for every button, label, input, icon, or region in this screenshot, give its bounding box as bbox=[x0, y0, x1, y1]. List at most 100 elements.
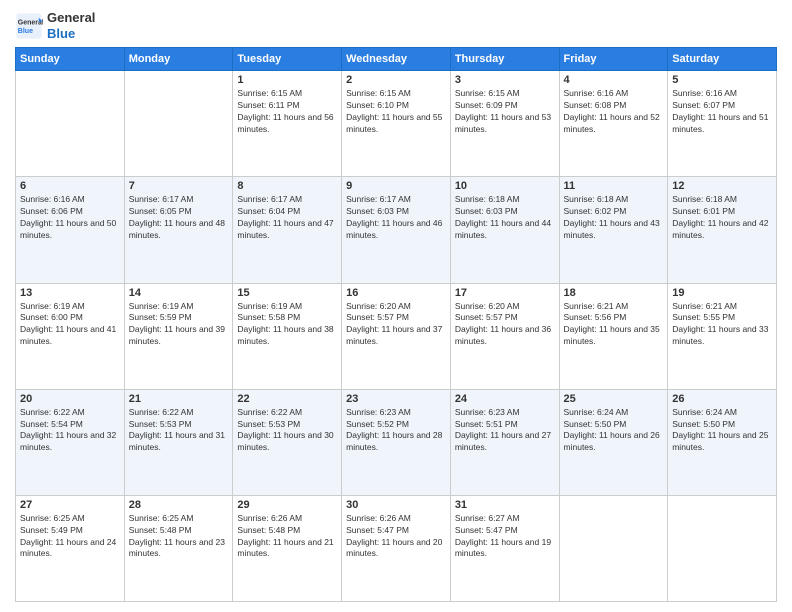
calendar-cell: 28Sunrise: 6:25 AMSunset: 5:48 PMDayligh… bbox=[124, 495, 233, 601]
day-number: 25 bbox=[564, 393, 664, 405]
day-info: Sunrise: 6:22 AMSunset: 5:53 PMDaylight:… bbox=[237, 407, 337, 455]
day-number: 18 bbox=[564, 287, 664, 299]
day-number: 8 bbox=[237, 180, 337, 192]
day-number: 6 bbox=[20, 180, 120, 192]
day-info: Sunrise: 6:16 AMSunset: 6:06 PMDaylight:… bbox=[20, 194, 120, 242]
calendar-cell: 8 Sunrise: 6:17 AMSunset: 6:04 PMDaylight… bbox=[233, 177, 342, 283]
col-header-friday: Friday bbox=[559, 48, 668, 71]
calendar-table: SundayMondayTuesdayWednesdayThursdayFrid… bbox=[15, 47, 777, 602]
day-info: Sunrise: 6:18 AMSunset: 6:02 PMDaylight:… bbox=[564, 194, 664, 242]
col-header-tuesday: Tuesday bbox=[233, 48, 342, 71]
day-number: 7 bbox=[129, 180, 229, 192]
day-number: 21 bbox=[129, 393, 229, 405]
day-info: Sunrise: 6:20 AMSunset: 5:57 PMDaylight:… bbox=[455, 301, 555, 349]
day-number: 9 bbox=[346, 180, 446, 192]
col-header-wednesday: Wednesday bbox=[342, 48, 451, 71]
calendar-cell: 6 Sunrise: 6:16 AMSunset: 6:06 PMDaylight… bbox=[16, 177, 125, 283]
day-number: 1 bbox=[237, 74, 337, 86]
day-info: Sunrise: 6:17 AMSunset: 6:04 PMDaylight:… bbox=[237, 194, 337, 242]
calendar-cell bbox=[559, 495, 668, 601]
header: General Blue General Blue bbox=[15, 10, 777, 41]
calendar-week-5: 27 Sunrise: 6:25 AMSunset: 5:49 PMDayligh… bbox=[16, 495, 777, 601]
day-info: Sunrise: 6:18 AMSunset: 6:01 PMDaylight:… bbox=[672, 194, 772, 242]
day-info: Sunrise: 6:21 AMSunset: 5:56 PMDaylight:… bbox=[564, 301, 664, 349]
day-number: 27 bbox=[20, 499, 120, 511]
day-info: Sunrise: 6:15 AMSunset: 6:10 PMDaylight:… bbox=[346, 88, 446, 136]
day-number: 29 bbox=[237, 499, 337, 511]
logo-text: General Blue bbox=[47, 10, 95, 41]
day-info: Sunrise: 6:17 AMSunset: 6:03 PMDaylight:… bbox=[346, 194, 446, 242]
calendar-week-4: 20 Sunrise: 6:22 AMSunset: 5:54 PMDayligh… bbox=[16, 389, 777, 495]
day-number: 22 bbox=[237, 393, 337, 405]
calendar-cell: 14Sunrise: 6:19 AMSunset: 5:59 PMDayligh… bbox=[124, 283, 233, 389]
calendar-cell: 9 Sunrise: 6:17 AMSunset: 6:03 PMDaylight… bbox=[342, 177, 451, 283]
day-info: Sunrise: 6:22 AMSunset: 5:54 PMDaylight:… bbox=[20, 407, 120, 455]
logo: General Blue General Blue bbox=[15, 10, 95, 41]
calendar-cell bbox=[124, 71, 233, 177]
calendar-cell: 3Sunrise: 6:15 AMSunset: 6:09 PMDaylight… bbox=[450, 71, 559, 177]
calendar-cell bbox=[16, 71, 125, 177]
calendar-cell bbox=[668, 495, 777, 601]
day-number: 10 bbox=[455, 180, 555, 192]
calendar-cell: 29 Sunrise: 6:26 AMSunset: 5:48 PMDayligh… bbox=[233, 495, 342, 601]
col-header-saturday: Saturday bbox=[668, 48, 777, 71]
day-number: 26 bbox=[672, 393, 772, 405]
day-number: 12 bbox=[672, 180, 772, 192]
day-number: 2 bbox=[346, 74, 446, 86]
calendar-cell: 12 Sunrise: 6:18 AMSunset: 6:01 PMDayligh… bbox=[668, 177, 777, 283]
calendar-cell: 21 Sunrise: 6:22 AMSunset: 5:53 PMDayligh… bbox=[124, 389, 233, 495]
calendar-cell: 7Sunrise: 6:17 AMSunset: 6:05 PMDaylight… bbox=[124, 177, 233, 283]
calendar-cell: 1Sunrise: 6:15 AMSunset: 6:11 PMDaylight… bbox=[233, 71, 342, 177]
day-info: Sunrise: 6:22 AMSunset: 5:53 PMDaylight:… bbox=[129, 407, 229, 455]
logo-icon: General Blue bbox=[15, 12, 43, 40]
calendar-cell: 26Sunrise: 6:24 AMSunset: 5:50 PMDayligh… bbox=[668, 389, 777, 495]
calendar-cell: 18 Sunrise: 6:21 AMSunset: 5:56 PMDayligh… bbox=[559, 283, 668, 389]
day-number: 15 bbox=[237, 287, 337, 299]
calendar-cell: 2 Sunrise: 6:15 AMSunset: 6:10 PMDaylight… bbox=[342, 71, 451, 177]
day-number: 31 bbox=[455, 499, 555, 511]
svg-text:Blue: Blue bbox=[18, 28, 33, 35]
day-info: Sunrise: 6:16 AMSunset: 6:08 PMDaylight:… bbox=[564, 88, 664, 136]
day-info: Sunrise: 6:18 AMSunset: 6:03 PMDaylight:… bbox=[455, 194, 555, 242]
day-info: Sunrise: 6:27 AMSunset: 5:47 PMDaylight:… bbox=[455, 513, 555, 561]
calendar-cell: 11 Sunrise: 6:18 AMSunset: 6:02 PMDayligh… bbox=[559, 177, 668, 283]
day-number: 11 bbox=[564, 180, 664, 192]
calendar-cell: 23Sunrise: 6:23 AMSunset: 5:52 PMDayligh… bbox=[342, 389, 451, 495]
calendar-cell: 22 Sunrise: 6:22 AMSunset: 5:53 PMDayligh… bbox=[233, 389, 342, 495]
day-number: 19 bbox=[672, 287, 772, 299]
calendar-cell: 27 Sunrise: 6:25 AMSunset: 5:49 PMDayligh… bbox=[16, 495, 125, 601]
day-info: Sunrise: 6:15 AMSunset: 6:09 PMDaylight:… bbox=[455, 88, 555, 136]
calendar-week-2: 6 Sunrise: 6:16 AMSunset: 6:06 PMDaylight… bbox=[16, 177, 777, 283]
day-info: Sunrise: 6:19 AMSunset: 6:00 PMDaylight:… bbox=[20, 301, 120, 349]
col-header-sunday: Sunday bbox=[16, 48, 125, 71]
day-info: Sunrise: 6:26 AMSunset: 5:47 PMDaylight:… bbox=[346, 513, 446, 561]
page: General Blue General Blue SundayMondayTu… bbox=[0, 0, 792, 612]
calendar-cell: 31 Sunrise: 6:27 AMSunset: 5:47 PMDayligh… bbox=[450, 495, 559, 601]
day-info: Sunrise: 6:20 AMSunset: 5:57 PMDaylight:… bbox=[346, 301, 446, 349]
calendar-cell: 20 Sunrise: 6:22 AMSunset: 5:54 PMDayligh… bbox=[16, 389, 125, 495]
day-info: Sunrise: 6:16 AMSunset: 6:07 PMDaylight:… bbox=[672, 88, 772, 136]
day-number: 13 bbox=[20, 287, 120, 299]
day-number: 28 bbox=[129, 499, 229, 511]
day-number: 23 bbox=[346, 393, 446, 405]
day-number: 5 bbox=[672, 74, 772, 86]
day-info: Sunrise: 6:26 AMSunset: 5:48 PMDaylight:… bbox=[237, 513, 337, 561]
calendar-week-1: 1Sunrise: 6:15 AMSunset: 6:11 PMDaylight… bbox=[16, 71, 777, 177]
calendar-cell: 15 Sunrise: 6:19 AMSunset: 5:58 PMDayligh… bbox=[233, 283, 342, 389]
day-number: 14 bbox=[129, 287, 229, 299]
calendar-cell: 10 Sunrise: 6:18 AMSunset: 6:03 PMDayligh… bbox=[450, 177, 559, 283]
calendar-cell: 24Sunrise: 6:23 AMSunset: 5:51 PMDayligh… bbox=[450, 389, 559, 495]
day-number: 4 bbox=[564, 74, 664, 86]
col-header-thursday: Thursday bbox=[450, 48, 559, 71]
day-info: Sunrise: 6:24 AMSunset: 5:50 PMDaylight:… bbox=[564, 407, 664, 455]
day-info: Sunrise: 6:19 AMSunset: 5:58 PMDaylight:… bbox=[237, 301, 337, 349]
calendar-week-3: 13 Sunrise: 6:19 AMSunset: 6:00 PMDayligh… bbox=[16, 283, 777, 389]
calendar-cell: 4 Sunrise: 6:16 AMSunset: 6:08 PMDaylight… bbox=[559, 71, 668, 177]
day-number: 16 bbox=[346, 287, 446, 299]
day-number: 30 bbox=[346, 499, 446, 511]
col-header-monday: Monday bbox=[124, 48, 233, 71]
calendar-cell: 30 Sunrise: 6:26 AMSunset: 5:47 PMDayligh… bbox=[342, 495, 451, 601]
day-info: Sunrise: 6:25 AMSunset: 5:49 PMDaylight:… bbox=[20, 513, 120, 561]
day-number: 20 bbox=[20, 393, 120, 405]
calendar-cell: 5 Sunrise: 6:16 AMSunset: 6:07 PMDaylight… bbox=[668, 71, 777, 177]
